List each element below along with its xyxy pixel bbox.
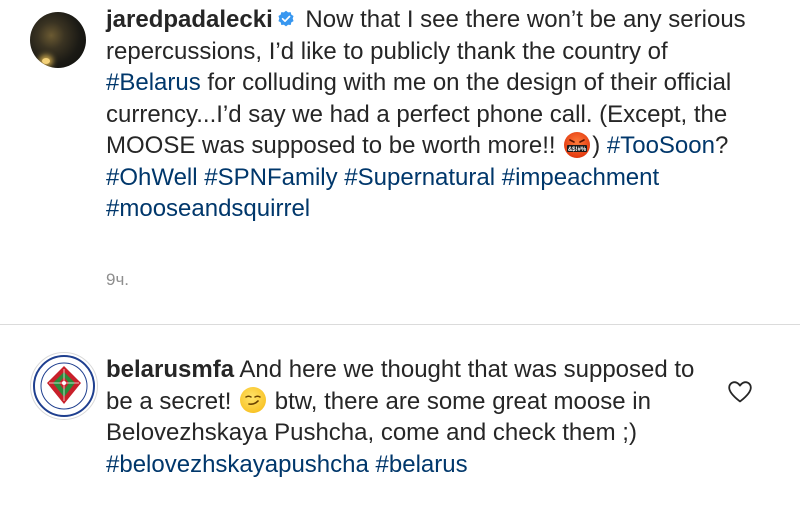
comment-text-part3: ) (592, 132, 607, 159)
hashtag-mooseandsquirrel[interactable]: #mooseandsquirrel (106, 195, 310, 222)
smirking-face-emoji-icon (240, 387, 267, 414)
username-link[interactable]: belarusmfa (106, 356, 234, 383)
hashtag-spnfamily[interactable]: #SPNFamily (204, 164, 337, 191)
heart-outline-icon[interactable] (727, 380, 753, 404)
hashtag-supernatural[interactable]: #Supernatural (344, 164, 495, 191)
emoji-grawlix: &$!#% (568, 146, 587, 152)
hashtag-belarus[interactable]: #Belarus (106, 69, 201, 96)
comment-jaredpadalecki: jaredpadalecki Now that I see there won’… (0, 0, 800, 322)
hashtag-toosoon[interactable]: #TooSoon (607, 132, 715, 159)
hashtag-ohwell[interactable]: #OhWell (106, 164, 198, 191)
hashtag-belarus[interactable]: #belarus (376, 451, 468, 478)
comment-timestamp[interactable]: 9ч. (106, 270, 129, 290)
comment-belarusmfa: belarusmfa And here we thought that was … (0, 328, 800, 519)
verified-badge-icon (278, 10, 294, 27)
divider (0, 324, 800, 325)
candle-glow (42, 58, 50, 64)
question-mark: ? (714, 132, 729, 159)
comment-text: jaredpadalecki Now that I see there won’… (106, 4, 766, 225)
comment-text: belarusmfa And here we thought that was … (106, 354, 706, 480)
avatar[interactable] (30, 12, 86, 68)
username-link[interactable]: jaredpadalecki (106, 6, 273, 33)
cursing-face-emoji-icon: &$!#% (564, 131, 591, 158)
hashtag-impeachment[interactable]: #impeachment (502, 164, 659, 191)
hashtag-belovezhskayapushcha[interactable]: #belovezhskayapushcha (106, 451, 369, 478)
